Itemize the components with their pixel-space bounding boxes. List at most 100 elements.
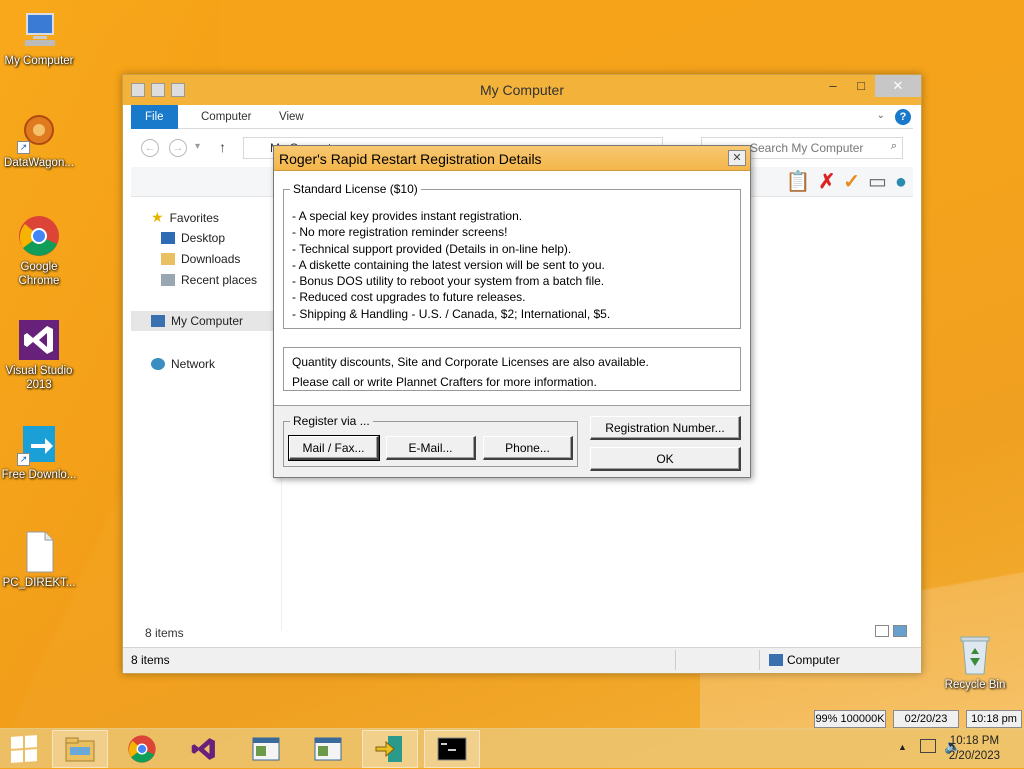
clock-time: 10:18 PM [949, 735, 1000, 747]
nav-downloads[interactable]: Downloads [161, 252, 240, 266]
taskbar-visual-studio[interactable] [176, 730, 232, 768]
search-icon[interactable]: ⌕ [891, 140, 897, 153]
start-button[interactable] [0, 730, 48, 768]
quantity-info-box: Quantity discounts, Site and Corporate L… [283, 347, 741, 391]
desktop-icon-label: DataWagon... [4, 157, 74, 169]
desktop-icon-visual-studio[interactable]: Visual Studio 2013 [0, 318, 78, 392]
status-divider [759, 650, 760, 670]
tab-view[interactable]: View [265, 105, 318, 129]
taskbar-file-explorer[interactable] [52, 730, 108, 768]
action-center-icon[interactable] [920, 739, 936, 753]
taskbar-window-1[interactable] [238, 730, 294, 768]
item-count: 8 items [145, 626, 184, 640]
computer-icon [17, 8, 61, 52]
window-icon [252, 737, 280, 761]
nav-network[interactable]: Network [151, 357, 215, 371]
desktop-icon-label: Free Downlo... [1, 469, 77, 481]
explorer-title-bar[interactable]: My Computer – □ ✕ [123, 75, 921, 105]
registration-number-button[interactable]: Registration Number... [590, 416, 741, 440]
chrome-icon [17, 214, 61, 258]
phone-button[interactable]: Phone... [483, 436, 573, 460]
clock-date: 2/20/2023 [948, 750, 1000, 762]
nav-recent-places[interactable]: Recent places [161, 273, 257, 287]
command-icons: 📋 ✗ ✓ ▭ ● [786, 169, 907, 195]
desktop-icon-chrome[interactable]: Google Chrome [0, 214, 78, 288]
mail-fax-button[interactable]: Mail / Fax... [288, 435, 380, 461]
large-icons-view-icon[interactable] [893, 625, 907, 637]
desktop-icon-my-computer[interactable]: My Computer [0, 8, 78, 68]
taskbar-command-prompt[interactable] [424, 730, 480, 768]
status-item-count: 8 items [131, 653, 170, 667]
chrome-icon [128, 735, 156, 763]
shortcut-arrow-icon: ↗ [17, 453, 30, 466]
computer-small-icon [769, 654, 783, 666]
visual-studio-icon [17, 318, 61, 362]
forward-button[interactable]: → [169, 139, 187, 157]
minimize-button[interactable]: – [819, 75, 847, 97]
window-icon [314, 737, 342, 761]
check-icon[interactable]: ✓ [843, 169, 860, 195]
recent-places-icon [161, 274, 175, 286]
chevron-down-icon[interactable]: ⌄ [877, 110, 885, 121]
maximize-button[interactable]: □ [847, 75, 875, 97]
quantity-line: Please call or write Plannet Crafters fo… [292, 375, 597, 389]
network-icon [151, 358, 165, 370]
item-count-bar: 8 items [131, 623, 913, 643]
globe-icon[interactable]: ● [895, 169, 907, 195]
view-switcher [875, 625, 907, 637]
cross-icon[interactable]: ✗ [818, 169, 835, 195]
file-icon [17, 530, 61, 574]
download-manager-icon: ↗ [17, 422, 61, 466]
clipboard-icon[interactable]: 📋 [786, 169, 811, 195]
nav-desktop[interactable]: Desktop [161, 231, 225, 245]
desktop-icon-datawagon[interactable]: ↗ DataWagon... [0, 110, 78, 170]
card-icon[interactable]: ▭ [868, 169, 887, 195]
nav-my-computer[interactable]: My Computer [131, 311, 273, 331]
taskbar-chrome[interactable] [114, 730, 170, 768]
desktop-icon-label: My Computer [4, 55, 74, 67]
dialog-title-bar[interactable]: Roger's Rapid Restart Registration Detai… [274, 146, 750, 171]
quantity-info-text: Quantity discounts, Site and Corporate L… [292, 352, 649, 392]
details-view-icon[interactable] [875, 625, 889, 637]
nav-favorites[interactable]: ★ Favorites [151, 209, 219, 226]
command-prompt-icon [437, 737, 467, 761]
desktop-icon [161, 232, 175, 244]
nav-label: Favorites [169, 210, 219, 225]
taskbar-rapid-restart[interactable] [362, 730, 418, 768]
clock[interactable]: 10:18 PM 2/20/2023 [949, 734, 1000, 764]
nav-label: Recent places [181, 273, 258, 287]
desktop-icon-label: PC_DIREKT... [2, 577, 76, 589]
memory-status: 99% 100000K [814, 710, 886, 728]
nav-label: My Computer [171, 314, 244, 328]
up-arrow-icon[interactable]: ↑ [219, 139, 226, 155]
registration-dialog: Roger's Rapid Restart Registration Detai… [273, 145, 751, 478]
license-line: - A special key provides instant registr… [292, 209, 523, 223]
downloads-folder-icon [161, 253, 175, 265]
desktop-icon-pc-direkt[interactable]: PC_DIREKT... [0, 530, 78, 590]
recent-locations-icon[interactable]: ▾ [195, 141, 200, 152]
help-icon[interactable]: ? [895, 109, 911, 125]
close-button[interactable]: ✕ [875, 75, 921, 97]
navigation-pane: ★ Favorites Desktop Downloads Recent pla… [131, 201, 281, 621]
time-status: 10:18 pm [966, 710, 1022, 728]
dialog-title: Roger's Rapid Restart Registration Detai… [279, 151, 542, 167]
license-line: - Bonus DOS utility to reboot your syste… [292, 274, 605, 289]
tab-file[interactable]: File [131, 105, 178, 129]
tab-computer[interactable]: Computer [187, 105, 266, 129]
desktop-icon-recycle-bin[interactable]: Recycle Bin [936, 632, 1014, 692]
nav-label: Desktop [181, 231, 226, 245]
taskbar-window-2[interactable] [300, 730, 356, 768]
desktop-icon-free-download[interactable]: ↗ Free Downlo... [0, 422, 78, 482]
folder-icon [65, 737, 95, 762]
back-button[interactable]: ← [141, 139, 159, 157]
ok-button[interactable]: OK [590, 447, 741, 471]
show-hidden-icons-icon[interactable]: ▲ [898, 742, 907, 752]
status-divider [675, 650, 676, 670]
license-line: - Shipping & Handling - U.S. / Canada, $… [292, 306, 611, 321]
windows-logo-icon [11, 735, 37, 763]
email-button[interactable]: E-Mail... [386, 436, 476, 460]
dialog-info-panel: Standard License ($10) - A special key p… [274, 171, 750, 406]
computer-icon [151, 315, 165, 327]
dialog-close-button[interactable]: ✕ [728, 150, 746, 166]
shortcut-arrow-icon: ↗ [17, 141, 30, 154]
